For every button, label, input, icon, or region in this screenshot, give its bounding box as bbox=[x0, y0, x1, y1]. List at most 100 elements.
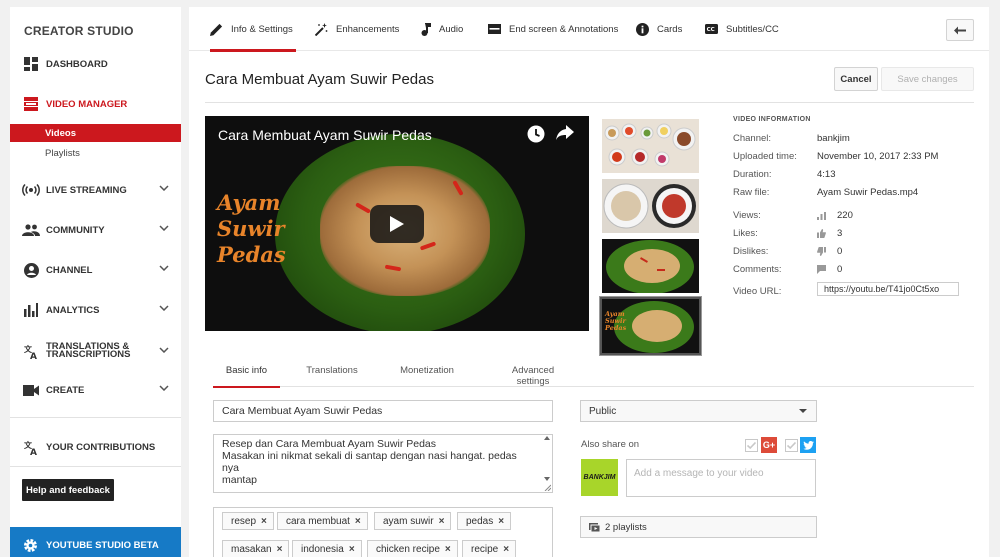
youtube-studio-beta-button[interactable]: YOUTUBE STUDIO BETA bbox=[10, 527, 181, 557]
page-title: Cara Membuat Ayam Suwir Pedas bbox=[205, 71, 434, 88]
remove-tag-icon[interactable]: × bbox=[349, 544, 355, 555]
share-icon[interactable] bbox=[556, 125, 574, 144]
privacy-select[interactable]: Public bbox=[580, 400, 817, 422]
help-feedback-button[interactable]: Help and feedback bbox=[22, 479, 114, 501]
views-row: 220 bbox=[817, 210, 853, 221]
tag-chip: indonesia × bbox=[292, 540, 362, 557]
live-icon bbox=[22, 181, 40, 199]
watch-later-icon[interactable] bbox=[527, 125, 545, 146]
remove-tag-icon[interactable]: × bbox=[445, 544, 451, 555]
back-button[interactable] bbox=[946, 19, 974, 41]
bar-chart-icon bbox=[817, 211, 826, 220]
remove-tag-icon[interactable]: × bbox=[439, 516, 445, 527]
overlay-text-3: Pedas bbox=[217, 242, 286, 267]
channel-value: bankjim bbox=[817, 133, 850, 144]
playlists-button[interactable]: 2 playlists bbox=[580, 516, 817, 538]
studio-beta-label: YOUTUBE STUDIO BETA bbox=[46, 540, 159, 551]
subtab-basic-info[interactable]: Basic info bbox=[213, 365, 280, 388]
comments-row: 0 bbox=[817, 264, 842, 275]
tab-audio[interactable]: Audio bbox=[421, 7, 463, 51]
checkmark-icon bbox=[747, 442, 756, 449]
tag-text: indonesia bbox=[301, 543, 344, 555]
tag-chip: masakan × bbox=[222, 540, 290, 557]
tag-chip: pedas × bbox=[457, 512, 512, 530]
arrow-back-icon bbox=[954, 26, 966, 34]
tab-enhancements[interactable]: Enhancements bbox=[315, 7, 399, 51]
duration-label: Duration: bbox=[733, 169, 772, 180]
tab-subtitles-label: Subtitles/CC bbox=[726, 23, 779, 35]
remove-tag-icon[interactable]: × bbox=[277, 544, 283, 555]
chevron-down-icon bbox=[159, 225, 169, 231]
nav-video-manager[interactable]: VIDEO MANAGER bbox=[10, 92, 181, 116]
likes-value: 3 bbox=[837, 228, 843, 239]
share-twitter-checkbox[interactable] bbox=[785, 439, 798, 452]
also-share-label: Also share on bbox=[581, 439, 640, 450]
description-scrollbar[interactable] bbox=[542, 436, 551, 481]
tag-text: ayam suwir bbox=[383, 515, 434, 527]
tab-info-settings[interactable]: Info & Settings bbox=[210, 7, 296, 52]
duration-value: 4:13 bbox=[817, 169, 836, 180]
raw-file-value: Ayam Suwir Pedas.mp4 bbox=[817, 187, 919, 198]
thumbnail-option-3[interactable] bbox=[602, 239, 699, 293]
video-title-input[interactable]: Cara Membuat Ayam Suwir Pedas bbox=[213, 400, 553, 422]
remove-tag-icon[interactable]: × bbox=[503, 544, 509, 555]
description-line-1: Resep dan Cara Membuat Ayam Suwir Pedas bbox=[222, 438, 436, 450]
google-plus-icon[interactable]: G+ bbox=[761, 437, 777, 453]
tab-subtitles[interactable]: CC Subtitles/CC bbox=[705, 7, 779, 51]
sidebar-divider bbox=[10, 417, 181, 418]
video-description-textarea[interactable]: Resep dan Cara Membuat Ayam Suwir Pedas … bbox=[213, 434, 553, 493]
thumbnail-option-4-selected[interactable]: Ayam Suwir Pedas bbox=[600, 297, 701, 355]
chevron-down-icon bbox=[159, 385, 169, 391]
info-icon bbox=[636, 22, 649, 36]
resize-handle-icon[interactable] bbox=[544, 484, 551, 491]
subtab-monetization[interactable]: Monetization bbox=[399, 365, 455, 387]
nav-your-contributions[interactable]: 文A YOUR CONTRIBUTIONS bbox=[10, 435, 181, 459]
tag-chip: chicken recipe × bbox=[367, 540, 458, 557]
thumbnail-option-2[interactable] bbox=[602, 179, 699, 233]
play-button[interactable] bbox=[370, 205, 424, 243]
nav-create[interactable]: CREATE bbox=[10, 378, 181, 402]
nav-channel[interactable]: CHANNEL bbox=[10, 258, 181, 282]
remove-tag-icon[interactable]: × bbox=[355, 516, 361, 527]
sidebar-divider bbox=[10, 466, 181, 467]
tag-text: masakan bbox=[231, 543, 272, 555]
save-changes-button[interactable]: Save changes bbox=[881, 67, 974, 91]
sub-videos[interactable]: Videos bbox=[10, 124, 181, 142]
nav-community[interactable]: COMMUNITY bbox=[10, 218, 181, 242]
pencil-icon bbox=[210, 23, 223, 36]
subtab-advanced-settings[interactable]: Advanced settings bbox=[495, 365, 571, 387]
remove-tag-icon[interactable]: × bbox=[261, 516, 267, 527]
description-line-3: mantap bbox=[222, 474, 258, 486]
remove-tag-icon[interactable]: × bbox=[498, 516, 504, 527]
cancel-button[interactable]: Cancel bbox=[834, 67, 878, 91]
twitter-icon[interactable] bbox=[800, 437, 816, 453]
dislikes-value: 0 bbox=[837, 246, 843, 257]
video-url-field[interactable]: https://youtu.be/T41jo0Ct5xo bbox=[817, 282, 959, 296]
video-player[interactable]: Cara Membuat Ayam Suwir Pedas Ayam Suwir… bbox=[205, 116, 589, 331]
subtab-translations[interactable]: Translations bbox=[304, 365, 360, 387]
play-icon bbox=[390, 216, 404, 232]
thumbnail-overlay-text: Ayam Suwir Pedas bbox=[605, 311, 626, 332]
avatar-text: BANKJIM bbox=[583, 474, 616, 481]
nav-dashboard[interactable]: DASHBOARD bbox=[10, 52, 181, 76]
tab-end-screen[interactable]: End screen & Annotations bbox=[488, 7, 618, 51]
community-icon bbox=[22, 221, 40, 239]
share-message-input[interactable] bbox=[626, 459, 816, 497]
nav-translations[interactable]: 文A TRANSLATIONS & TRANSCRIPTIONS bbox=[10, 338, 181, 364]
tab-cards-label: Cards bbox=[657, 23, 683, 35]
channel-icon bbox=[22, 261, 40, 279]
translate-icon: 文A bbox=[22, 342, 40, 360]
nav-live-streaming[interactable]: LIVE STREAMING bbox=[10, 178, 181, 202]
nav-translations-label-2: TRANSCRIPTIONS bbox=[46, 349, 131, 360]
sub-playlists[interactable]: Playlists bbox=[10, 144, 181, 162]
description-line-2: Masakan ini nikmat sekali di santap deng… bbox=[222, 450, 517, 474]
nav-community-label: COMMUNITY bbox=[46, 224, 105, 236]
nav-contributions-label: YOUR CONTRIBUTIONS bbox=[46, 441, 156, 453]
thumbnail-option-1[interactable] bbox=[602, 119, 699, 173]
share-gplus-checkbox[interactable] bbox=[745, 439, 758, 452]
nav-analytics[interactable]: ANALYTICS bbox=[10, 298, 181, 322]
video-manager-icon bbox=[22, 95, 40, 113]
tags-field[interactable]: resep × cara membuat × ayam suwir × pedas × … bbox=[213, 507, 553, 557]
tab-cards[interactable]: Cards bbox=[636, 7, 682, 51]
tag-text: resep bbox=[231, 515, 257, 527]
